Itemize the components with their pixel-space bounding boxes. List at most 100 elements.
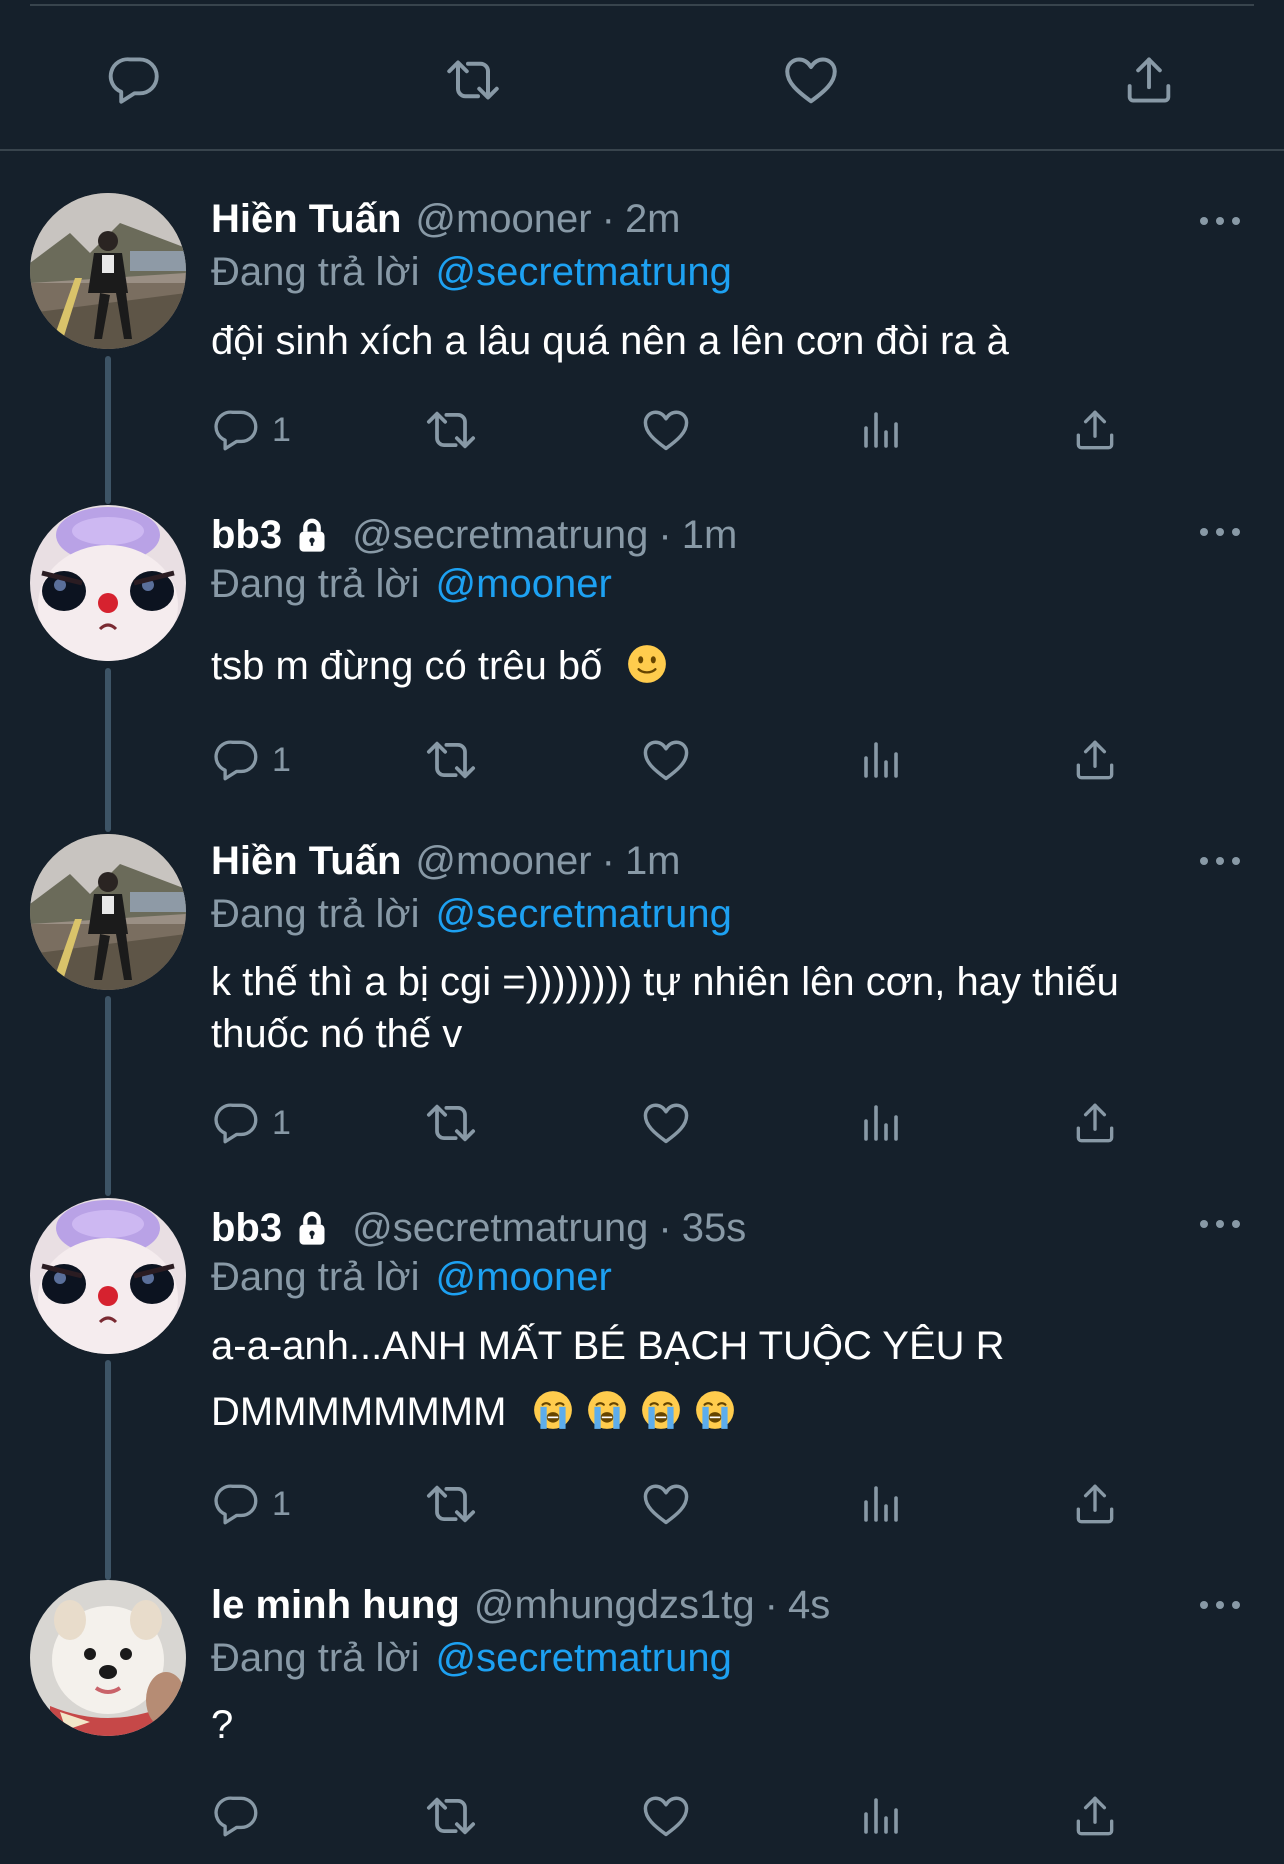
profile-photo <box>30 834 186 990</box>
analytics-button[interactable] <box>856 1786 904 1846</box>
avatar[interactable] <box>30 1198 186 1354</box>
reply-icon <box>212 735 262 785</box>
mention-link[interactable]: @secretmatrung <box>436 892 732 937</box>
display-name[interactable]: Hiền Tuấn <box>211 839 401 884</box>
retweet-button[interactable] <box>423 730 479 790</box>
mention-link[interactable]: @mooner <box>436 562 612 607</box>
share-button[interactable] <box>1109 40 1189 120</box>
reply-button[interactable] <box>212 1786 272 1846</box>
timestamp[interactable]: 35s <box>682 1206 747 1251</box>
user-handle[interactable]: @mhungdzs1tg <box>474 1583 755 1628</box>
user-handle[interactable]: @secretmatrung <box>352 513 648 558</box>
profile-photo <box>30 1198 186 1354</box>
replying-label: Đang trả lời <box>211 891 420 936</box>
reply-button[interactable]: 1 <box>212 400 291 460</box>
slightly-smiling-face-emoji <box>626 643 668 685</box>
stats-icon <box>856 1099 904 1147</box>
tweet-text: đội sinh xích a lâu quá nên a lên cơn đò… <box>211 315 1251 367</box>
retweet-icon <box>423 732 479 788</box>
retweet-icon <box>423 402 479 458</box>
tweet-text: a-a-anh...ANH MẤT BÉ BẠCH TUỘC YÊU R DMM… <box>211 1313 1251 1445</box>
analytics-button[interactable] <box>856 400 904 460</box>
avatar[interactable] <box>30 1580 186 1736</box>
share-icon <box>1070 735 1120 785</box>
display-name[interactable]: bb3 <box>211 1206 282 1251</box>
retweet-button[interactable] <box>423 1474 479 1534</box>
share-button[interactable] <box>1070 1786 1120 1846</box>
display-name[interactable]: le minh hung <box>211 1583 460 1628</box>
like-icon <box>640 404 692 456</box>
like-button[interactable] <box>640 1093 692 1153</box>
separator-dot: · <box>601 838 615 883</box>
reply-count: 1 <box>272 740 291 779</box>
retweet-button[interactable] <box>433 40 513 120</box>
more-options-button[interactable] <box>1196 1590 1244 1620</box>
analytics-button[interactable] <box>856 730 904 790</box>
timestamp[interactable]: 1m <box>682 513 738 558</box>
tweet-header: bb3 @secretmatrung · 1m <box>211 510 737 560</box>
retweet-button[interactable] <box>423 400 479 460</box>
more-options-button[interactable] <box>1196 517 1244 547</box>
loudly-crying-face-emoji <box>586 1389 628 1431</box>
tweet-header: Hiền Tuấn @mooner · 1m <box>211 836 681 886</box>
reply-button[interactable]: 1 <box>212 1093 291 1153</box>
share-icon <box>1120 51 1178 109</box>
stats-icon <box>856 1792 904 1840</box>
more-icon <box>1196 206 1244 236</box>
tweet-text-content: đội sinh xích a lâu quá nên a lên cơn đò… <box>211 319 1009 363</box>
user-handle[interactable]: @secretmatrung <box>352 1206 648 1251</box>
more-options-button[interactable] <box>1196 846 1244 876</box>
mention-link[interactable]: @mooner <box>436 1255 612 1300</box>
more-options-button[interactable] <box>1196 1209 1244 1239</box>
like-button[interactable] <box>640 730 692 790</box>
more-icon <box>1196 846 1244 876</box>
mention-link[interactable]: @secretmatrung <box>436 1636 732 1681</box>
like-button[interactable] <box>771 40 851 120</box>
analytics-button[interactable] <box>856 1093 904 1153</box>
mention-link[interactable]: @secretmatrung <box>436 250 732 295</box>
reply-button[interactable]: 1 <box>212 1474 291 1534</box>
more-options-button[interactable] <box>1196 206 1244 236</box>
share-button[interactable] <box>1070 400 1120 460</box>
tweet-text-content: DMMMMMMMM <box>211 1390 507 1434</box>
reply-icon <box>212 1479 262 1529</box>
timestamp[interactable]: 4s <box>788 1583 830 1628</box>
avatar[interactable] <box>30 505 186 661</box>
like-button[interactable] <box>640 1786 692 1846</box>
reply-button[interactable] <box>95 40 175 120</box>
user-handle[interactable]: @mooner <box>415 197 591 242</box>
retweet-button[interactable] <box>423 1093 479 1153</box>
display-name[interactable]: bb3 <box>211 513 282 558</box>
share-button[interactable] <box>1070 1093 1120 1153</box>
reply-button[interactable]: 1 <box>212 730 291 790</box>
main-tweet-actions <box>0 40 1284 120</box>
analytics-button[interactable] <box>856 1474 904 1534</box>
avatar[interactable] <box>30 834 186 990</box>
retweet-button[interactable] <box>423 1786 479 1846</box>
replying-label: Đang trả lời <box>211 1254 420 1299</box>
share-icon <box>1070 1479 1120 1529</box>
tweet-text-content: tsb m đừng có trêu bố <box>211 644 603 688</box>
tweet-header: Hiền Tuấn @mooner · 2m <box>211 194 681 244</box>
like-button[interactable] <box>640 400 692 460</box>
user-handle[interactable]: @mooner <box>415 839 591 884</box>
retweet-icon <box>423 1788 479 1844</box>
replying-to: Đang trả lời @secretmatrung <box>211 889 732 939</box>
display-name[interactable]: Hiền Tuấn <box>211 197 401 242</box>
share-icon <box>1070 1791 1120 1841</box>
tweet-actions <box>0 1786 1284 1846</box>
tweet-text-line: a-a-anh...ANH MẤT BÉ BẠCH TUỘC YÊU R <box>211 1324 1005 1368</box>
share-button[interactable] <box>1070 1474 1120 1534</box>
avatar[interactable] <box>30 193 186 349</box>
reply-count: 1 <box>272 1484 291 1523</box>
tweet-actions: 1 <box>0 1093 1284 1153</box>
tweet-actions: 1 <box>0 1474 1284 1534</box>
share-button[interactable] <box>1070 730 1120 790</box>
like-button[interactable] <box>640 1474 692 1534</box>
profile-photo <box>30 505 186 661</box>
timestamp[interactable]: 1m <box>625 839 681 884</box>
thread-line <box>105 1360 111 1580</box>
separator-dot: · <box>601 196 615 241</box>
timestamp[interactable]: 2m <box>625 197 681 242</box>
tweet-text-content: ? <box>211 1703 234 1747</box>
